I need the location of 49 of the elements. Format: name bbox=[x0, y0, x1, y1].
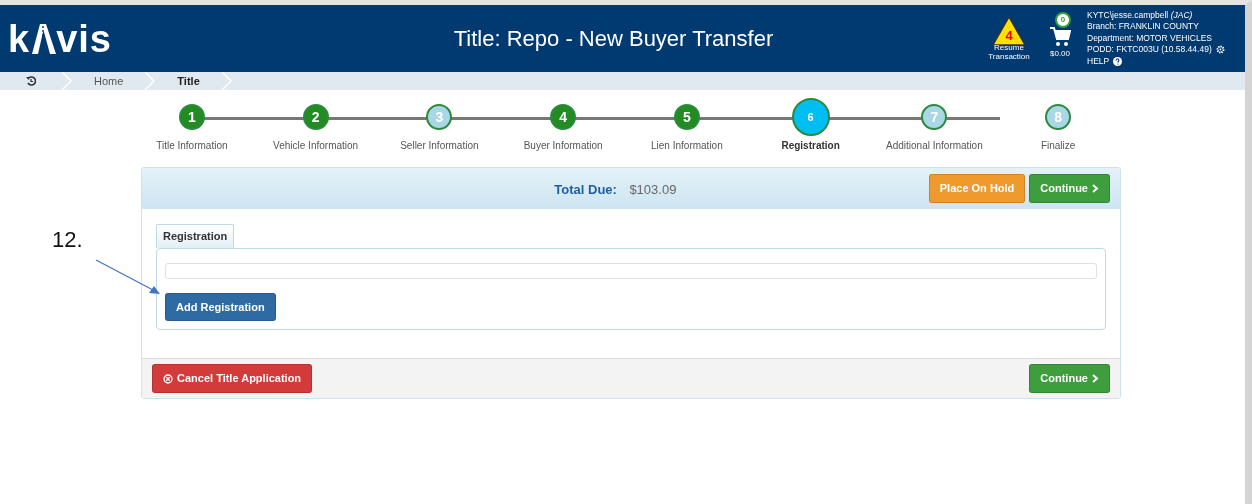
step-label: Additional Information bbox=[886, 139, 983, 153]
cart-count-badge: 0 bbox=[1055, 12, 1071, 29]
resume-count: 4 bbox=[1005, 26, 1013, 44]
logo-text: k bbox=[8, 19, 31, 58]
step-circle[interactable]: 1 bbox=[178, 104, 205, 130]
total-due-amount: $103.09 bbox=[629, 181, 677, 197]
step-label: Seller Information bbox=[400, 139, 479, 153]
close-icon bbox=[163, 373, 173, 384]
resume-transaction-link[interactable]: Resume Transaction bbox=[985, 43, 1033, 62]
warning-icon[interactable] bbox=[992, 15, 1026, 46]
breadcrumb-link[interactable]: Title bbox=[155, 72, 222, 90]
cancel-title-application-button[interactable]: Cancel Title Application bbox=[152, 364, 313, 393]
total-due-label: Total Due: bbox=[554, 181, 617, 197]
step-circle[interactable]: 6 bbox=[791, 98, 830, 136]
department-text: Department: MOTOR VEHICLES bbox=[1087, 32, 1214, 45]
help-link[interactable]: HELP bbox=[1087, 55, 1110, 68]
step-circle[interactable]: 5 bbox=[673, 104, 700, 130]
step-circle[interactable]: 2 bbox=[302, 104, 329, 130]
chevron-right-icon bbox=[1092, 184, 1099, 193]
settings-icon[interactable] bbox=[1215, 45, 1225, 55]
step-circle[interactable]: 4 bbox=[550, 104, 577, 130]
step-label: Registration bbox=[781, 139, 840, 153]
step-label: Lien Information bbox=[651, 139, 723, 153]
step-label: Title Information bbox=[156, 139, 228, 153]
breadcrumb-separator-icon bbox=[145, 72, 156, 90]
road-icon bbox=[30, 23, 57, 54]
breadcrumb-separator-icon bbox=[62, 72, 72, 90]
branch-text: Branch: FRANKLIN COUNTY bbox=[1087, 21, 1200, 33]
chevron-right-icon bbox=[1092, 374, 1099, 383]
step-label: Buyer Information bbox=[523, 139, 603, 153]
step-label: Finalize bbox=[1040, 139, 1076, 153]
add-registration-button[interactable]: Add Registration bbox=[165, 292, 276, 321]
annotation-label: 12. bbox=[52, 226, 83, 254]
place-on-hold-button[interactable]: Place On Hold bbox=[928, 174, 1026, 203]
user-name: KYTC\jesse.campbell (JAC) bbox=[1087, 9, 1194, 22]
cart-icon[interactable] bbox=[1049, 26, 1071, 49]
continue-button[interactable]: Continue bbox=[1029, 174, 1110, 203]
breadcrumb-separator-icon bbox=[221, 72, 232, 90]
cart-amount: $0.00 bbox=[1050, 50, 1070, 59]
step-label: Vehicle Information bbox=[273, 139, 359, 153]
annotation-arrow bbox=[95, 259, 161, 295]
history-icon[interactable] bbox=[26, 76, 36, 86]
continue-button[interactable]: Continue bbox=[1029, 364, 1110, 393]
logo-text: vis bbox=[56, 19, 112, 58]
help-icon[interactable] bbox=[1113, 56, 1123, 66]
page-title: Title: Repo - New Buyer Transfer bbox=[452, 25, 775, 53]
registration-tab[interactable]: Registration bbox=[156, 224, 235, 248]
podd-text: PODD: FKTC003U (10.58.44.49) bbox=[1087, 44, 1212, 56]
breadcrumb-link[interactable]: Home bbox=[72, 72, 146, 90]
